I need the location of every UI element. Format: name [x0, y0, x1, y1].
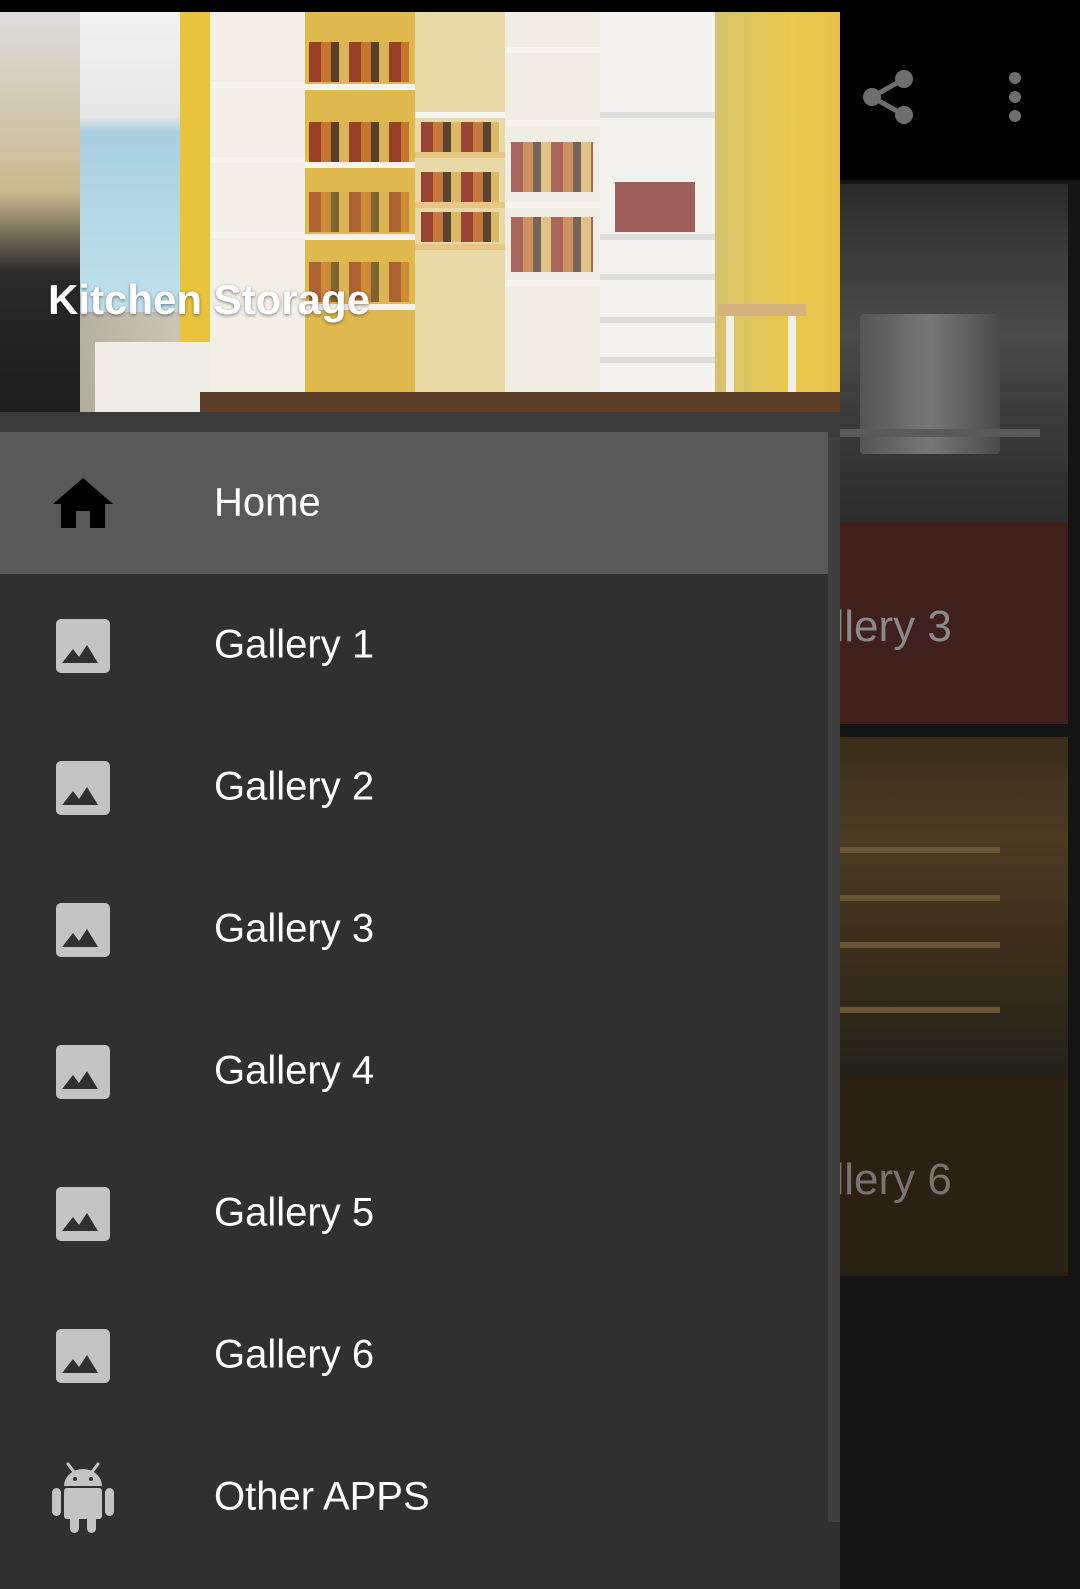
menu-item-label: Gallery 1 [214, 622, 375, 667]
image-icon [52, 901, 114, 959]
header-image-shelf [415, 12, 505, 402]
drawer-header-title: Kitchen Storage [48, 276, 371, 323]
image-icon [52, 759, 114, 817]
header-image-wine-rack [0, 12, 80, 412]
header-image-shelf [210, 12, 305, 392]
menu-item-label: Gallery 2 [214, 764, 375, 809]
home-icon [52, 475, 114, 533]
menu-item-label: Gallery 4 [214, 1048, 375, 1093]
menu-item-gallery-3[interactable]: Gallery 3 [0, 858, 828, 1000]
menu-item-gallery-1[interactable]: Gallery 1 [0, 574, 828, 716]
menu-item-gallery-4[interactable]: Gallery 4 [0, 1000, 828, 1142]
android-icon [52, 1462, 114, 1533]
menu-item-gallery-5[interactable]: Gallery 5 [0, 1142, 828, 1284]
header-image-shelf [505, 12, 600, 412]
menu-item-home[interactable]: Home [0, 432, 828, 574]
drawer-menu: Home Gallery 1 Gallery 2 Gallery 3 Galle… [0, 432, 840, 1568]
menu-item-label: Gallery 5 [214, 1190, 375, 1235]
menu-item-other-apps[interactable]: Other APPS [0, 1426, 828, 1568]
menu-item-label: Other APPS [214, 1474, 430, 1519]
image-icon [52, 617, 114, 675]
drawer-scrollbar[interactable] [828, 437, 840, 1522]
drawer-header: Kitchen Storage [0, 12, 840, 412]
navigation-drawer: Kitchen Storage Home Gallery 1 Gallery 2… [0, 12, 840, 1589]
header-image-window [80, 12, 180, 312]
menu-item-label: Home [214, 480, 321, 525]
header-image-cabinet [600, 12, 715, 412]
menu-item-label: Gallery 3 [214, 906, 375, 951]
menu-item-gallery-2[interactable]: Gallery 2 [0, 716, 828, 858]
header-image-floor [200, 392, 840, 412]
menu-item-gallery-6[interactable]: Gallery 6 [0, 1284, 828, 1426]
image-icon [52, 1043, 114, 1101]
header-image-shelf [305, 12, 415, 397]
header-image-bench [95, 342, 210, 412]
image-icon [52, 1327, 114, 1385]
menu-item-label: Gallery 6 [214, 1332, 375, 1377]
image-icon [52, 1185, 114, 1243]
